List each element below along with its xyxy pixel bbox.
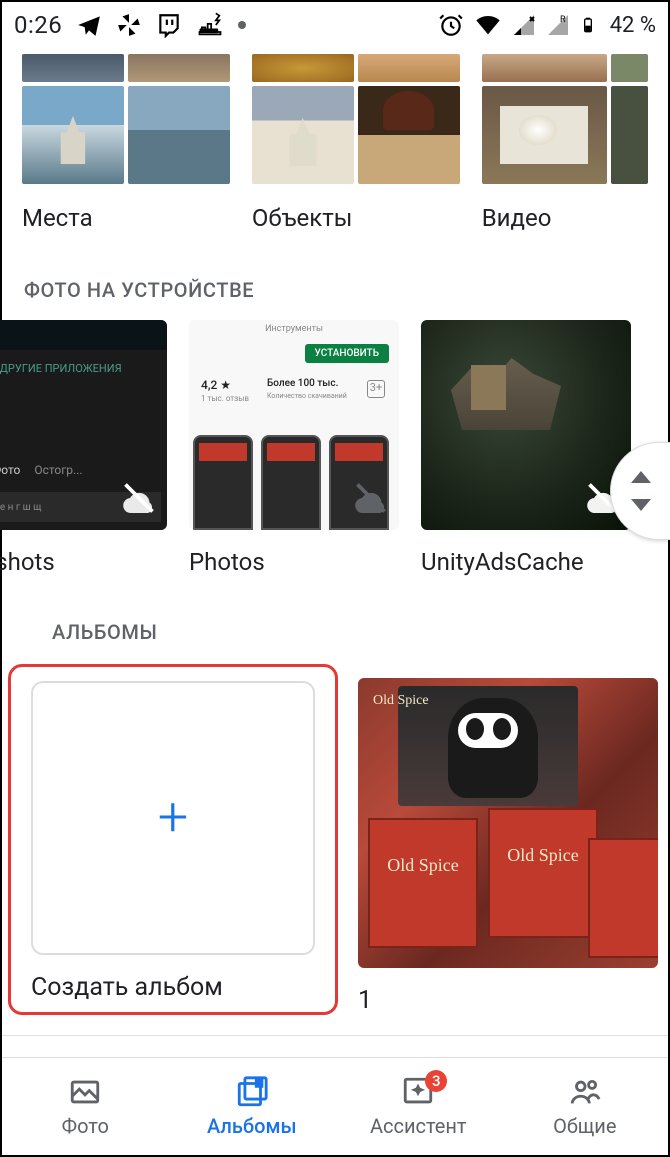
category-places[interactable]: Места <box>22 54 230 232</box>
status-time: 0:26 <box>14 11 62 39</box>
category-videos[interactable]: Видео <box>482 54 648 232</box>
nav-label: Альбомы <box>207 1114 297 1138</box>
nav-label: Фото <box>62 1114 109 1138</box>
nav-assistant[interactable]: 3 Ассистент <box>335 1058 502 1155</box>
nav-label: Общие <box>553 1114 616 1138</box>
category-label: Места <box>22 204 230 232</box>
assistant-badge: 3 <box>425 1070 447 1092</box>
plus-icon: + <box>158 791 189 845</box>
sharing-icon <box>568 1076 602 1108</box>
pinwheel-icon <box>116 12 142 38</box>
device-photos-row[interactable]: Ь ДРУГИЕ ПРИЛОЖЕНИЯ ФотоОстогр... к е н … <box>0 310 668 576</box>
create-album-highlighted: + Создать альбом <box>8 664 338 1015</box>
create-album-label: Создать альбом <box>31 973 315 1002</box>
battery-text: 42 % <box>610 13 656 38</box>
album-count: 1 <box>358 986 658 1015</box>
album-item[interactable]: Old Spice Old Spice Old Spice 1 <box>358 664 658 1015</box>
category-things[interactable]: Объекты <box>252 54 460 232</box>
albums-icon <box>235 1076 269 1108</box>
bottom-nav: Фото Альбомы 3 Ассистент Общие <box>2 1057 668 1155</box>
chevron-down-icon <box>631 499 651 511</box>
device-folder-screenshots[interactable]: Ь ДРУГИЕ ПРИЛОЖЕНИЯ ФотоОстогр... к е н … <box>0 320 167 576</box>
status-left: 0:26 <box>14 11 246 39</box>
albums-row: + Создать альбом Old Spice Old Spice Old… <box>2 652 668 1015</box>
telegram-icon <box>76 12 102 38</box>
sleep-icon <box>196 11 224 39</box>
status-bar: 0:26 R 42 % <box>2 2 668 48</box>
section-albums: АЛЬБОМЫ <box>2 576 668 652</box>
svg-text:R: R <box>560 15 566 25</box>
photos-icon <box>68 1076 102 1108</box>
create-album-button[interactable]: + <box>31 681 315 955</box>
signal1-icon <box>512 13 536 37</box>
category-label: Объекты <box>252 204 460 232</box>
twitch-icon <box>156 12 182 38</box>
nav-label: Ассистент <box>370 1114 467 1138</box>
device-folder-label: nshots <box>0 548 167 576</box>
install-button: УСТАНОВИТЬ <box>305 344 390 363</box>
category-label: Видео <box>482 204 648 232</box>
wifi-icon <box>474 11 502 39</box>
battery-icon <box>580 11 596 39</box>
no-sync-icon <box>121 480 157 520</box>
status-right: R 42 % <box>438 11 656 39</box>
device-folder-photos[interactable]: Инструменты УСТАНОВИТЬ 4,2 ★ 1 тыс. отзы… <box>189 320 399 576</box>
nav-sharing[interactable]: Общие <box>502 1058 669 1155</box>
device-folder-unityadscache[interactable]: UnityAdsCache <box>421 320 631 576</box>
alarm-icon <box>438 12 464 38</box>
categories-row: Места Объекты Видео <box>2 48 668 232</box>
assistant-icon: 3 <box>401 1076 435 1108</box>
signal2-icon: R <box>546 13 570 37</box>
device-folder-label: UnityAdsCache <box>421 548 631 576</box>
nav-albums[interactable]: Альбомы <box>169 1058 336 1155</box>
chevron-up-icon <box>631 471 651 483</box>
device-folder-label: Photos <box>189 548 399 576</box>
no-sync-icon <box>353 480 389 520</box>
nav-photos[interactable]: Фото <box>2 1058 169 1155</box>
dot-icon <box>238 21 246 29</box>
section-device-photos: ФОТО НА УСТРОЙСТВЕ <box>2 232 668 310</box>
